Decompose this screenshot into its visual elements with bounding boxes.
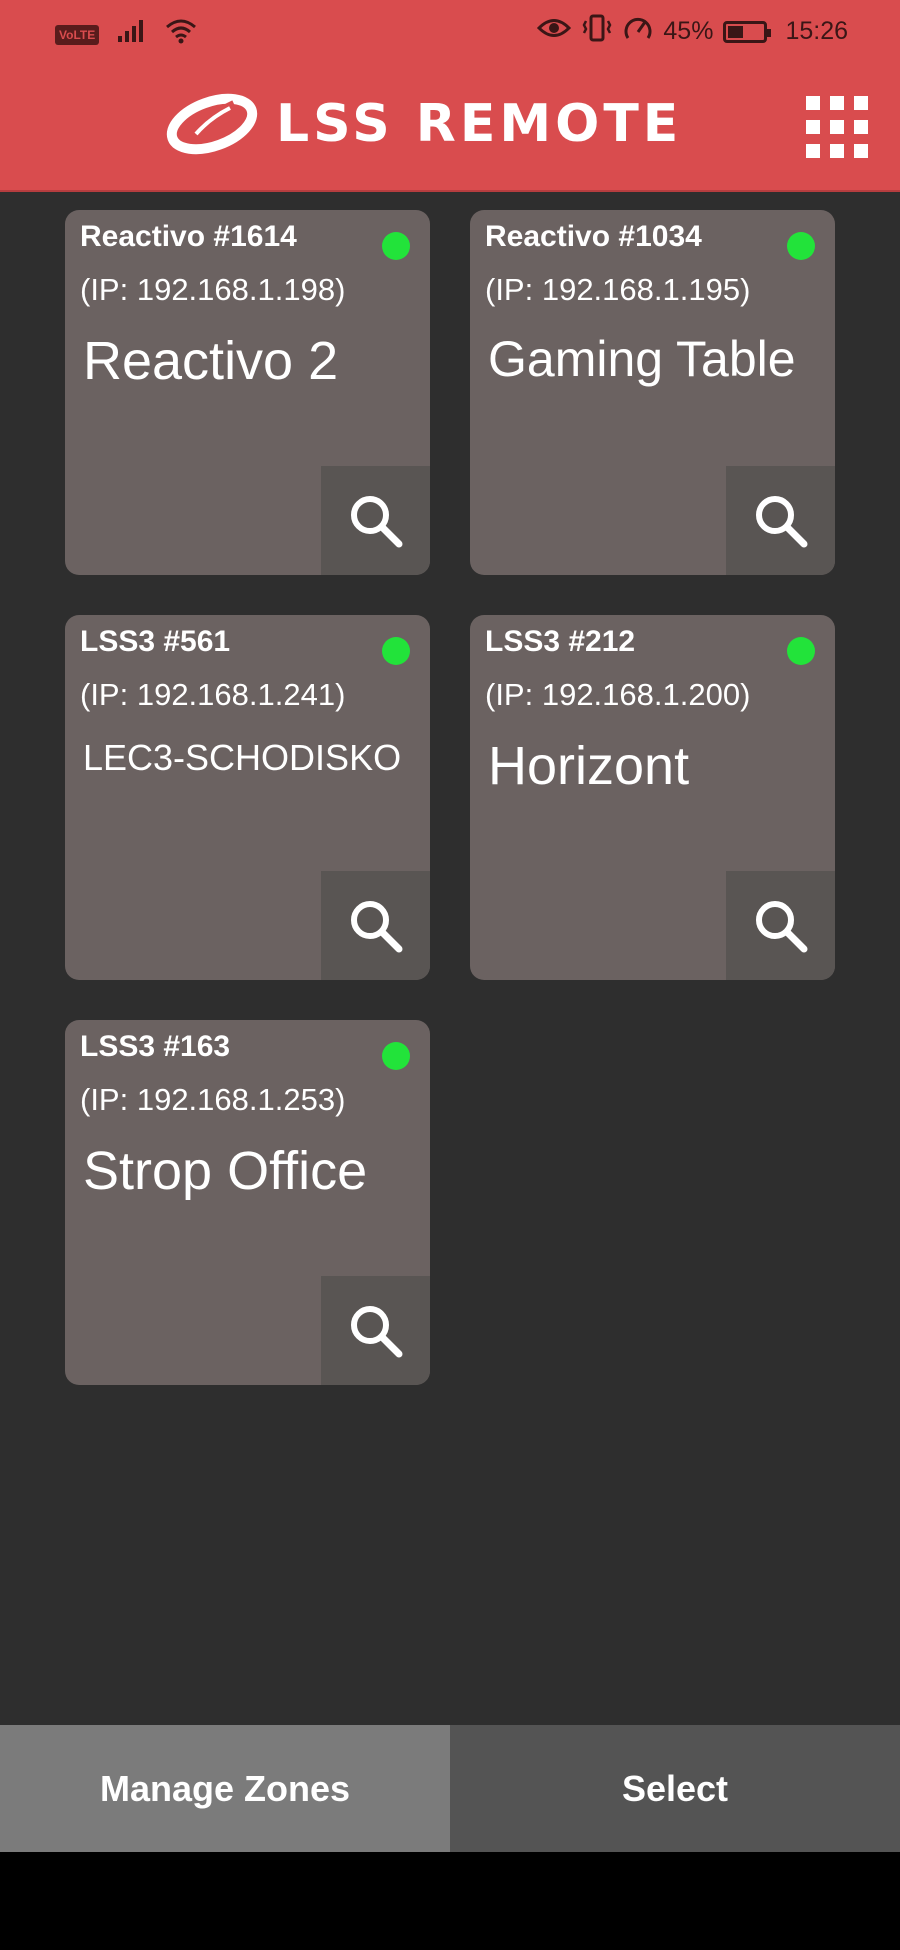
eye-icon	[537, 17, 572, 46]
search-button[interactable]	[321, 466, 430, 575]
signal-icon	[117, 19, 147, 50]
device-card[interactable]: LSS3 #561 (IP: 192.168.1.241) LEC3-SCHOD…	[65, 615, 430, 980]
device-card[interactable]: Reactivo #1034 (IP: 192.168.1.195) Gamin…	[470, 210, 835, 575]
device-id: Reactivo #1034	[485, 220, 702, 253]
battery-percent: 45%	[663, 17, 714, 45]
system-navigation-bar	[0, 1852, 900, 1950]
app-logo: LSS REMOTE	[164, 86, 682, 161]
online-status-indicator	[787, 232, 815, 260]
online-status-indicator	[382, 637, 410, 665]
grid-dot	[830, 144, 844, 158]
device-ip: (IP: 192.168.1.200)	[485, 677, 751, 712]
search-icon	[755, 495, 807, 547]
online-status-indicator	[382, 1042, 410, 1070]
device-id: LSS3 #163	[80, 1030, 231, 1063]
search-icon	[350, 900, 402, 952]
grid-dot	[854, 96, 868, 110]
clock: 15:26	[785, 17, 848, 45]
device-name: Horizont	[488, 736, 690, 796]
logo-text: LSS REMOTE	[276, 93, 683, 154]
wifi-icon	[165, 18, 197, 51]
speed-gauge-icon	[623, 14, 653, 49]
device-name: Reactivo 2	[83, 331, 339, 391]
device-ip: (IP: 192.168.1.253)	[80, 1082, 346, 1117]
search-button[interactable]	[726, 871, 835, 980]
grid-dot	[830, 96, 844, 110]
device-ip: (IP: 192.168.1.195)	[485, 272, 751, 307]
manage-zones-button[interactable]: Manage Zones	[0, 1725, 450, 1852]
device-id: LSS3 #561	[80, 625, 231, 658]
search-button[interactable]	[321, 1276, 430, 1385]
bottom-action-bar: Manage Zones Select	[0, 1725, 900, 1852]
grid-dot	[854, 120, 868, 134]
status-left: VoLTE	[55, 18, 197, 51]
device-card[interactable]: LSS3 #163 (IP: 192.168.1.253) Strop Offi…	[65, 1020, 430, 1385]
device-ip: (IP: 192.168.1.198)	[80, 272, 346, 307]
device-id: Reactivo #1614	[80, 220, 297, 253]
grid-dot	[806, 96, 820, 110]
search-button[interactable]	[726, 466, 835, 575]
battery-icon	[723, 20, 772, 43]
device-name: Strop Office	[83, 1141, 368, 1201]
lss-logo-icon	[164, 86, 260, 161]
grid-dot	[806, 144, 820, 158]
device-id: LSS3 #212	[485, 625, 636, 658]
status-right: 45% 15:26	[537, 14, 848, 49]
device-card[interactable]: Reactivo #1614 (IP: 192.168.1.198) React…	[65, 210, 430, 575]
grid-dot	[806, 120, 820, 134]
select-button[interactable]: Select	[450, 1725, 900, 1852]
online-status-indicator	[382, 232, 410, 260]
app-header: VoLTE 45% 15:26 LSS REMOTE	[0, 0, 900, 192]
volte-badge: VoLTE	[55, 24, 100, 45]
status-bar: VoLTE 45% 15:26	[0, 0, 900, 64]
device-name: Gaming Table	[488, 331, 796, 387]
grid-dot	[854, 144, 868, 158]
search-icon	[755, 900, 807, 952]
search-icon	[350, 1305, 402, 1357]
grid-dot	[830, 120, 844, 134]
device-name: LEC3-SCHODISKO	[83, 737, 402, 778]
device-ip: (IP: 192.168.1.241)	[80, 677, 346, 712]
search-button[interactable]	[321, 871, 430, 980]
device-card[interactable]: LSS3 #212 (IP: 192.168.1.200) Horizont	[470, 615, 835, 980]
vibrate-icon	[581, 14, 613, 49]
grid-menu-icon[interactable]	[806, 96, 868, 158]
online-status-indicator	[787, 637, 815, 665]
search-icon	[350, 495, 402, 547]
battery-level	[728, 25, 744, 38]
